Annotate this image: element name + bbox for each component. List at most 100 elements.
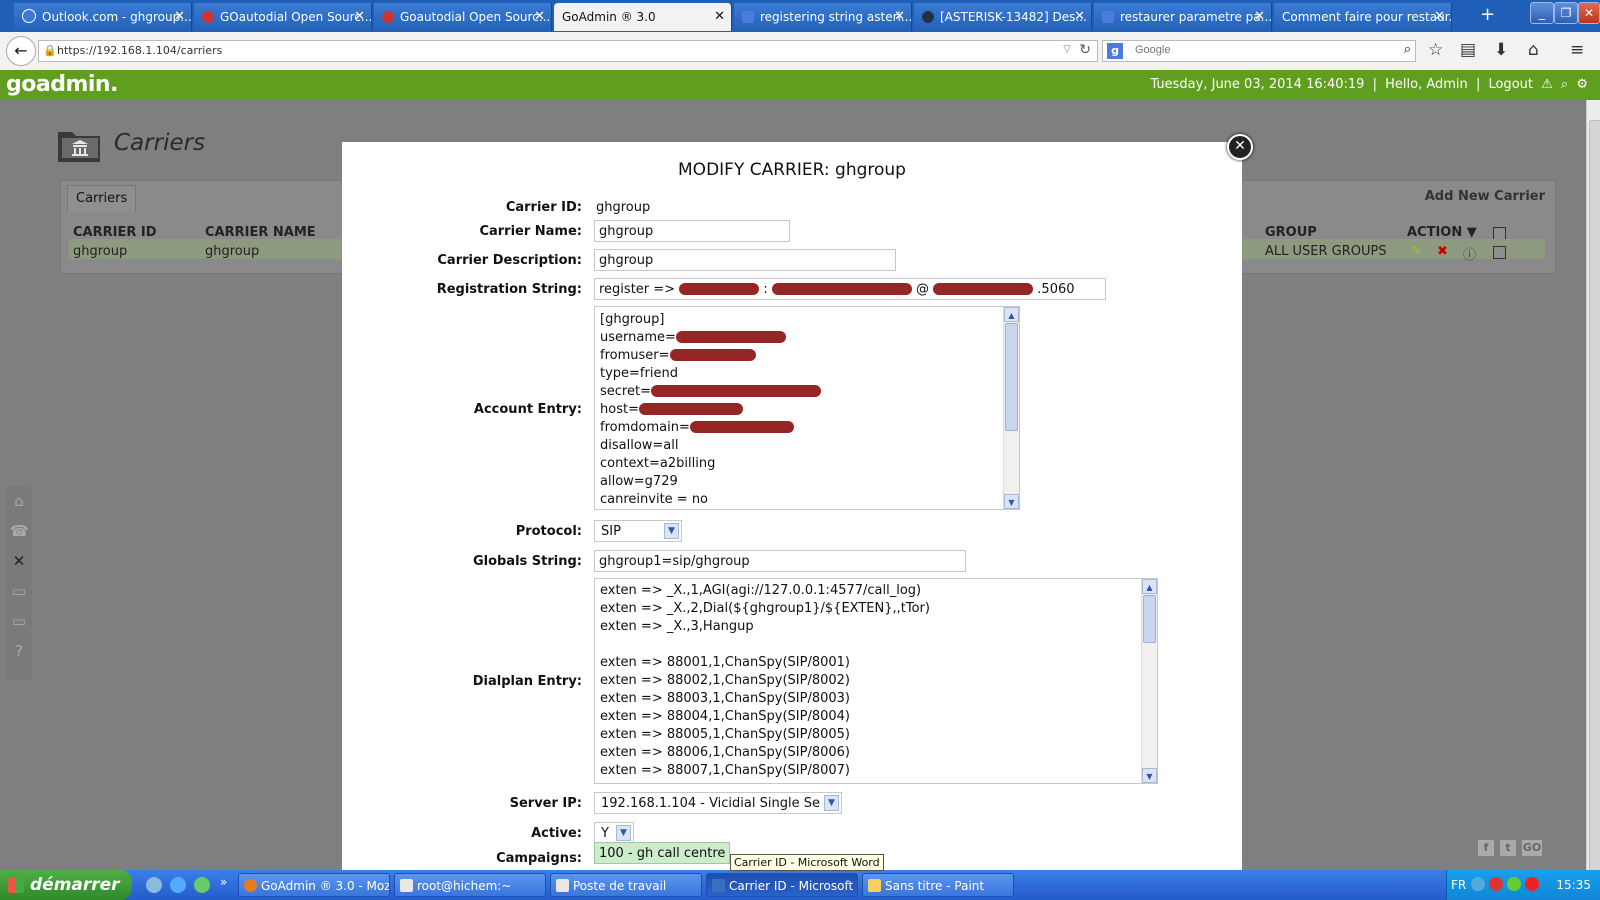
- tab-carriers[interactable]: Carriers: [67, 185, 137, 212]
- carrier-name-input[interactable]: ghgroup: [594, 220, 790, 242]
- close-tab-icon[interactable]: ✕: [1074, 3, 1085, 31]
- scroll-down-arrow-icon[interactable]: ▼: [1004, 494, 1019, 509]
- close-tab-icon[interactable]: ✕: [714, 3, 725, 31]
- browser-tab-comment[interactable]: Comment faire pour restaur... ✕: [1274, 3, 1452, 31]
- browser-tab-goadmin[interactable]: GoAdmin ® 3.0 ✕: [554, 3, 732, 31]
- browser-tab-goautodial-2[interactable]: Goautodial Open Sourc... ✕: [374, 3, 552, 31]
- dialplan-entry-scrollbar[interactable]: ▲ ▼: [1141, 579, 1157, 783]
- goautodial-icon[interactable]: GO: [1522, 840, 1542, 856]
- goadmin-logo[interactable]: goadmin.: [6, 72, 118, 97]
- reload-icon[interactable]: ↻: [1079, 42, 1091, 58]
- cell-carrier-id[interactable]: ghgroup: [73, 244, 127, 259]
- row-checkbox[interactable]: [1493, 246, 1506, 259]
- close-tab-icon[interactable]: ✕: [354, 3, 365, 31]
- search-bar[interactable]: g ⌕: [1102, 40, 1416, 62]
- quicklaunch-more-icon[interactable]: »: [220, 875, 227, 889]
- account-entry-textarea[interactable]: [ghgroup] username= fromuser= type=frien…: [594, 306, 1020, 510]
- home-icon[interactable]: ⌂: [1528, 40, 1539, 60]
- scrollbar-thumb[interactable]: [1143, 595, 1156, 643]
- menu-icon[interactable]: ≡: [1570, 40, 1584, 60]
- task-word[interactable]: Carrier ID - Microsoft ...: [706, 873, 858, 897]
- download-icon[interactable]: ⬇: [1494, 40, 1508, 60]
- home-icon[interactable]: ⌂: [10, 492, 28, 510]
- add-new-carrier-link[interactable]: Add New Carrier: [1425, 189, 1545, 204]
- new-tab-button[interactable]: +: [1480, 4, 1495, 25]
- close-tab-icon[interactable]: ✕: [1434, 3, 1445, 31]
- scroll-down-arrow-icon[interactable]: ▼: [1142, 768, 1157, 783]
- facebook-icon[interactable]: f: [1478, 840, 1494, 856]
- scrollbar-thumb[interactable]: [1005, 323, 1018, 431]
- task-terminal[interactable]: root@hichem:~: [394, 873, 546, 897]
- minimize-button[interactable]: _: [1530, 2, 1554, 24]
- edit-pencil-icon[interactable]: ✎: [1411, 244, 1422, 259]
- address-bar[interactable]: 🔒 https://192.168.1.104/carriers ▽ ↻: [38, 40, 1098, 62]
- campaign-list-item[interactable]: 100 - gh call centre: [594, 842, 731, 864]
- close-tab-icon[interactable]: ✕: [1254, 3, 1265, 31]
- search-input[interactable]: [1133, 43, 1377, 57]
- column-header-carrier-name[interactable]: CARRIER NAME: [205, 225, 316, 240]
- column-header-carrier-id[interactable]: CARRIER ID: [73, 225, 157, 240]
- delete-x-icon[interactable]: ✖: [1437, 244, 1448, 259]
- protocol-select[interactable]: SIP ▼: [594, 520, 682, 542]
- language-indicator[interactable]: FR: [1451, 878, 1466, 892]
- logout-link[interactable]: Logout: [1488, 77, 1533, 92]
- tray-app-icon[interactable]: [1507, 877, 1521, 891]
- bookmark-star-icon[interactable]: ☆: [1428, 40, 1443, 60]
- task-paint[interactable]: Sans titre - Paint: [862, 873, 1014, 897]
- folder-open-icon[interactable]: ▭: [10, 612, 28, 630]
- quicklaunch-app-icon[interactable]: [194, 877, 210, 893]
- registration-string-input[interactable]: register => : @ .5060: [594, 278, 1106, 300]
- chevron-down-icon[interactable]: ▼: [664, 523, 679, 539]
- internet-explorer-icon[interactable]: [170, 877, 186, 893]
- close-tab-icon[interactable]: ✕: [534, 3, 545, 31]
- dropdown-arrow-icon[interactable]: ▽: [1063, 44, 1071, 55]
- browser-tab-registering[interactable]: registering string asteri... ✕: [734, 3, 912, 31]
- scrollbar-thumb[interactable]: [1589, 120, 1600, 882]
- folder-bank-icon: [58, 132, 100, 162]
- dialplan-entry-textarea[interactable]: exten => _X.,1,AGI(agi://127.0.0.1:4577/…: [594, 578, 1158, 784]
- search-icon[interactable]: ⌕: [1561, 77, 1568, 92]
- show-desktop-icon[interactable]: [146, 877, 162, 893]
- search-icon[interactable]: ⌕: [1404, 42, 1411, 57]
- gear-icon[interactable]: ⚙: [1576, 77, 1588, 92]
- close-tab-icon[interactable]: ✕: [174, 3, 185, 31]
- back-arrow-icon[interactable]: ←: [6, 36, 36, 66]
- chevron-down-icon[interactable]: ▼: [616, 825, 631, 841]
- column-header-action[interactable]: ACTION ▼: [1407, 225, 1477, 240]
- bookmarks-list-icon[interactable]: ▤: [1460, 40, 1476, 60]
- help-icon[interactable]: ?: [10, 642, 28, 660]
- globals-string-input[interactable]: ghgroup1=sip/ghgroup: [594, 550, 966, 572]
- warning-icon[interactable]: ⚠: [1541, 77, 1553, 92]
- browser-tab-outlook[interactable]: Outlook.com - ghgroup... ✕: [14, 3, 192, 31]
- window-close-button[interactable]: ✕: [1578, 2, 1600, 24]
- antivirus-shield-icon[interactable]: [1489, 877, 1503, 891]
- modal-close-button[interactable]: ✕: [1227, 134, 1253, 160]
- alert-icon[interactable]: [1525, 877, 1539, 891]
- task-poste-de-travail[interactable]: Poste de travail: [550, 873, 702, 897]
- scroll-up-arrow-icon[interactable]: ▲: [1004, 307, 1019, 322]
- task-goadmin-firefox[interactable]: GoAdmin ® 3.0 - Moz...: [238, 873, 390, 897]
- header-datetime: Tuesday, June 03, 2014 16:40:19: [1150, 77, 1365, 92]
- column-header-group[interactable]: GROUP: [1265, 225, 1317, 240]
- close-tab-icon[interactable]: ✕: [894, 3, 905, 31]
- browser-tab-goautodial-1[interactable]: GOautodial Open Sourc... ✕: [194, 3, 372, 31]
- active-select[interactable]: Y ▼: [594, 822, 634, 844]
- carrier-description-input[interactable]: ghgroup: [594, 249, 896, 271]
- task-label: Carrier ID - Microsoft ...: [729, 879, 858, 893]
- info-icon[interactable]: ⓘ: [1463, 244, 1476, 263]
- scroll-up-arrow-icon[interactable]: ▲: [1142, 579, 1157, 594]
- browser-tab-restaurer[interactable]: restaurer parametre pa... ✕: [1094, 3, 1272, 31]
- account-entry-scrollbar[interactable]: ▲ ▼: [1003, 307, 1019, 509]
- page-scrollbar[interactable]: [1586, 100, 1600, 882]
- chevron-down-icon[interactable]: ▼: [824, 795, 839, 811]
- restore-button[interactable]: ❐: [1554, 2, 1578, 24]
- dialplan-line: exten => _X.,1,AGI(agi://127.0.0.1:4577/…: [600, 583, 922, 598]
- twitter-icon[interactable]: t: [1500, 840, 1516, 856]
- start-button[interactable]: démarrer: [0, 870, 132, 900]
- phone-icon[interactable]: ☎: [10, 522, 29, 540]
- folder-icon[interactable]: ▭: [10, 582, 28, 600]
- server-ip-select[interactable]: 192.168.1.104 - Vicidial Single Se ▼: [594, 792, 842, 814]
- browser-tab-asterisk[interactable]: [ASTERISK-13482] Des... ✕: [914, 3, 1092, 31]
- tray-arrow-icon[interactable]: [1471, 877, 1485, 891]
- tools-icon[interactable]: ✕: [10, 552, 28, 570]
